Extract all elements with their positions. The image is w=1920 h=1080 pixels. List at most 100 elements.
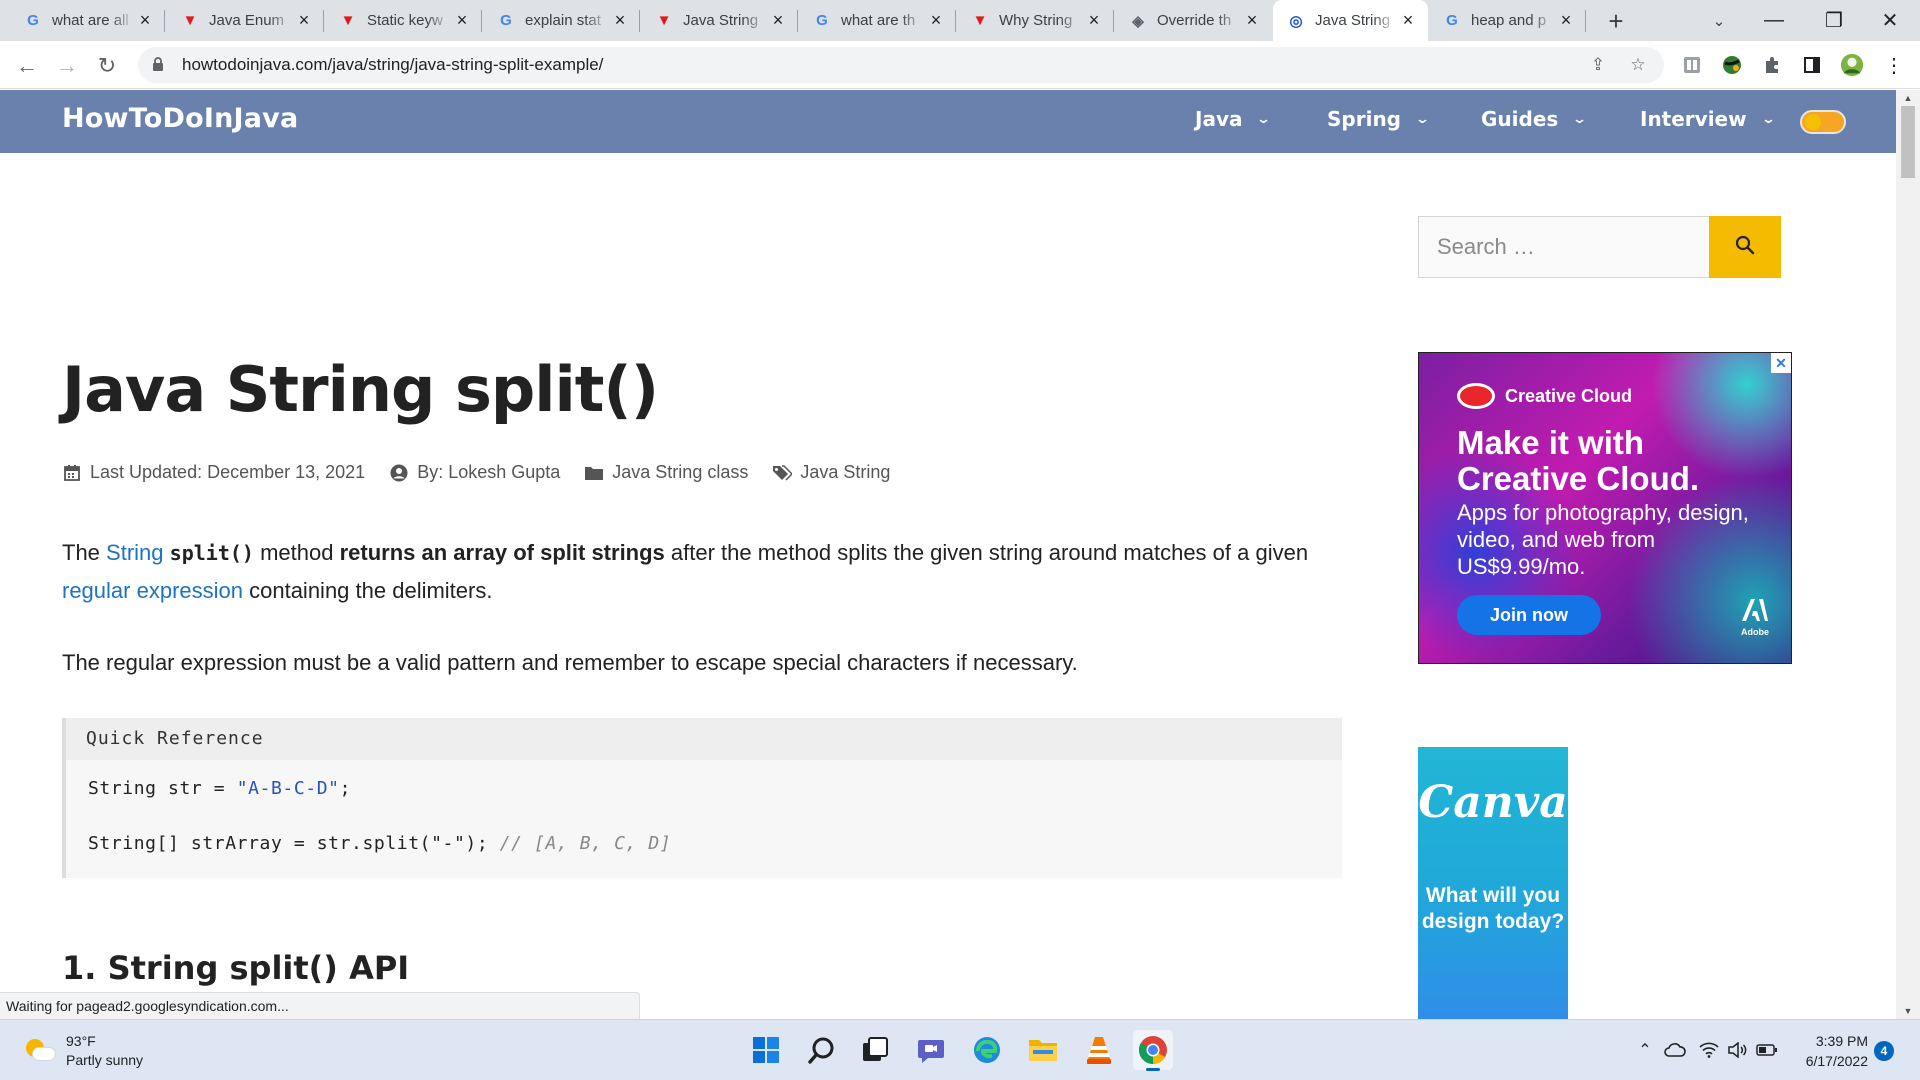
forward-arrow-icon[interactable]: → bbox=[50, 49, 84, 83]
user-circle-icon bbox=[389, 464, 409, 482]
notification-count-badge[interactable]: 4 bbox=[1874, 1041, 1894, 1061]
weather-widget[interactable]: 93°F Partly sunny bbox=[24, 1032, 143, 1070]
profile-avatar-icon[interactable] bbox=[1840, 53, 1864, 77]
teams-chat-icon[interactable] bbox=[911, 1030, 951, 1070]
search-taskbar-icon[interactable] bbox=[802, 1030, 842, 1070]
file-explorer-icon[interactable] bbox=[1023, 1030, 1063, 1070]
wifi-icon[interactable] bbox=[1698, 1039, 1720, 1061]
start-windows-icon[interactable] bbox=[746, 1030, 786, 1070]
string-link[interactable]: String bbox=[106, 540, 163, 565]
tab-java-enum[interactable]: ▼ Java Enum × bbox=[167, 0, 324, 41]
tab-divider bbox=[1113, 10, 1114, 32]
partly-sunny-icon bbox=[24, 1039, 56, 1063]
article-meta: Last Updated: December 13, 2021 By: Loke… bbox=[62, 462, 914, 483]
meta-tag[interactable]: Java String bbox=[772, 462, 890, 483]
meta-author-text[interactable]: By: Lokesh Gupta bbox=[417, 462, 560, 483]
close-icon[interactable]: × bbox=[452, 10, 472, 31]
extension-reader-icon[interactable] bbox=[1680, 53, 1704, 77]
scroll-up-arrow-icon[interactable]: ▲ bbox=[1896, 90, 1920, 106]
dark-mode-toggle[interactable] bbox=[1800, 110, 1846, 134]
back-arrow-icon[interactable]: ← bbox=[10, 49, 44, 83]
edge-browser-icon[interactable] bbox=[967, 1030, 1007, 1070]
share-icon[interactable]: ⇪ bbox=[1586, 53, 1610, 77]
scroll-down-arrow-icon[interactable]: ▼ bbox=[1896, 1003, 1920, 1019]
tab-what-are-the[interactable]: G what are th × bbox=[799, 0, 956, 41]
close-icon[interactable]: × bbox=[1556, 10, 1576, 31]
tab-label: heap and p bbox=[1471, 12, 1547, 29]
close-icon[interactable]: × bbox=[1084, 10, 1104, 31]
menu-spring[interactable]: Spring ⌄ bbox=[1327, 107, 1431, 131]
menu-label: Interview bbox=[1640, 107, 1747, 131]
close-icon[interactable]: × bbox=[1242, 10, 1262, 31]
join-now-button[interactable]: Join now bbox=[1457, 595, 1601, 635]
menu-java[interactable]: Java ⌄ bbox=[1195, 107, 1272, 131]
site-logo-title[interactable]: HowToDoInJava bbox=[62, 103, 298, 134]
close-icon[interactable]: × bbox=[610, 10, 630, 31]
vlc-player-icon[interactable] bbox=[1079, 1030, 1119, 1070]
meta-category[interactable]: Java String class bbox=[584, 462, 748, 483]
code-line-2-pre: String[] strArray = str.split("-"); bbox=[88, 833, 500, 854]
onedrive-cloud-icon[interactable] bbox=[1664, 1039, 1686, 1061]
weather-temperature: 93°F bbox=[66, 1033, 96, 1049]
tab-heap-and[interactable]: G heap and p × bbox=[1429, 0, 1586, 41]
side-panel-icon[interactable] bbox=[1800, 53, 1824, 77]
tab-divider bbox=[323, 10, 324, 32]
tab-search-chevron-icon[interactable]: ⌄ bbox=[1706, 8, 1732, 34]
reload-icon[interactable]: ↻ bbox=[90, 49, 124, 83]
tab-java-string-1[interactable]: ▼ Java String × bbox=[641, 0, 798, 41]
browser-toolbar: ← → ↻ howtodoinjava.com/java/string/java… bbox=[0, 41, 1920, 89]
close-icon[interactable]: × bbox=[135, 10, 155, 31]
meta-tag-text[interactable]: Java String bbox=[800, 462, 890, 483]
tags-icon bbox=[772, 464, 793, 481]
adobe-logo-icon: Adobe bbox=[1741, 599, 1769, 642]
tab-static-keyword[interactable]: ▼ Static keyw × bbox=[325, 0, 482, 41]
tab-why-string[interactable]: ▼ Why String × bbox=[957, 0, 1114, 41]
meta-author[interactable]: By: Lokesh Gupta bbox=[389, 462, 560, 483]
tab-java-string-active[interactable]: ◎ Java String × bbox=[1273, 0, 1428, 41]
close-window-button[interactable]: ✕ bbox=[1862, 0, 1918, 41]
clock-date: 6/17/2022 bbox=[1805, 1053, 1868, 1069]
bookmark-star-icon[interactable]: ☆ bbox=[1626, 53, 1650, 77]
lock-icon[interactable] bbox=[152, 56, 172, 74]
scrollbar-thumb[interactable] bbox=[1901, 106, 1915, 178]
intro-end: containing the delimiters. bbox=[249, 578, 493, 603]
diamond-icon: ◈ bbox=[1132, 12, 1144, 30]
creative-cloud-ad[interactable]: ✕ Creative Cloud Make it with Creative C… bbox=[1418, 352, 1792, 664]
close-icon[interactable]: × bbox=[294, 10, 314, 31]
system-clock[interactable]: 3:39 PM 6/17/2022 bbox=[1782, 1031, 1868, 1071]
canva-ad[interactable]: Canva What will you design today? bbox=[1418, 747, 1568, 1019]
calendar-icon bbox=[62, 464, 82, 481]
chrome-menu-icon[interactable]: ⋮ bbox=[1882, 53, 1906, 77]
new-tab-button[interactable]: + bbox=[1600, 5, 1632, 37]
extensions-puzzle-icon[interactable] bbox=[1760, 53, 1784, 77]
minimize-button[interactable]: — bbox=[1746, 0, 1802, 41]
restore-button[interactable]: ❐ bbox=[1806, 0, 1862, 41]
task-view-icon[interactable] bbox=[855, 1030, 895, 1070]
close-icon[interactable]: × bbox=[926, 10, 946, 31]
url-text[interactable]: howtodoinjava.com/java/string/java-strin… bbox=[182, 55, 603, 75]
close-icon[interactable]: × bbox=[768, 10, 788, 31]
regular-expression-link[interactable]: regular expression bbox=[62, 578, 243, 603]
tab-what-are-all[interactable]: G what are all × bbox=[10, 0, 165, 41]
menu-guides[interactable]: Guides ⌄ bbox=[1481, 107, 1587, 131]
battery-icon[interactable] bbox=[1756, 1039, 1778, 1061]
google-icon: G bbox=[27, 12, 39, 29]
chrome-browser-icon[interactable] bbox=[1133, 1030, 1173, 1071]
menu-interview[interactable]: Interview ⌄ bbox=[1640, 107, 1776, 131]
tab-override-the[interactable]: ◈ Override th × bbox=[1115, 0, 1272, 41]
search-input[interactable] bbox=[1419, 217, 1709, 277]
extension-globe-icon[interactable] bbox=[1720, 53, 1744, 77]
ad-subtext: Apps for photography, design, video, and… bbox=[1457, 500, 1749, 579]
close-icon[interactable]: × bbox=[1398, 10, 1418, 31]
tab-label: what are all bbox=[52, 12, 129, 29]
ad-close-icon[interactable]: ✕ bbox=[1771, 353, 1791, 373]
page-scrollbar[interactable]: ▲ ▼ bbox=[1896, 90, 1920, 1019]
section-heading: 1. String split() API bbox=[62, 949, 410, 987]
show-hidden-icons-chevron-icon[interactable]: ⌃ bbox=[1634, 1039, 1656, 1061]
volume-icon[interactable] bbox=[1726, 1039, 1748, 1061]
chevron-down-icon: ⌄ bbox=[1414, 111, 1431, 127]
tab-explain-static[interactable]: G explain stat × bbox=[483, 0, 640, 41]
search-button[interactable] bbox=[1709, 216, 1781, 278]
meta-category-text[interactable]: Java String class bbox=[612, 462, 748, 483]
address-bar[interactable]: howtodoinjava.com/java/string/java-strin… bbox=[138, 47, 1664, 83]
